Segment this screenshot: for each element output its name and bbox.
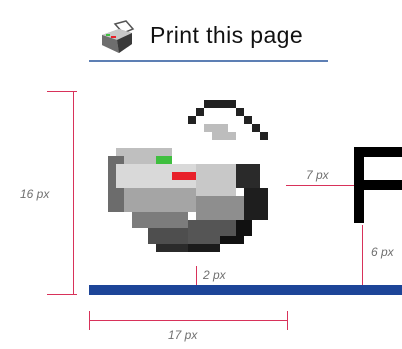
width-dimension-tick-left [89,311,90,330]
label-underline [89,60,328,62]
gap-dimension-line [286,185,354,186]
width-dimension-line [89,320,288,321]
width-dimension-label: 17 px [168,328,198,342]
width-dimension-tick-right [287,311,288,330]
height-dimension-tick-bottom [47,294,77,295]
label-letter-glyph [354,147,402,223]
height-dimension-line [73,92,74,295]
printer-icon [108,100,268,252]
bottom-gap-dimension-line [196,266,197,285]
bottom-gap-dimension-label: 2 px [203,268,226,282]
gap-dimension-label: 7 px [306,168,329,182]
printer-icon [102,20,135,53]
text-offset-dimension-label: 6 px [371,245,394,259]
height-dimension-label: 16 px [20,187,50,201]
print-link-preview: Print this page [0,0,402,80]
height-dimension-tick-top [47,91,77,92]
print-page-label: Print this page [150,22,304,48]
text-offset-dimension-line [362,225,363,285]
baseline-bar [89,285,402,295]
